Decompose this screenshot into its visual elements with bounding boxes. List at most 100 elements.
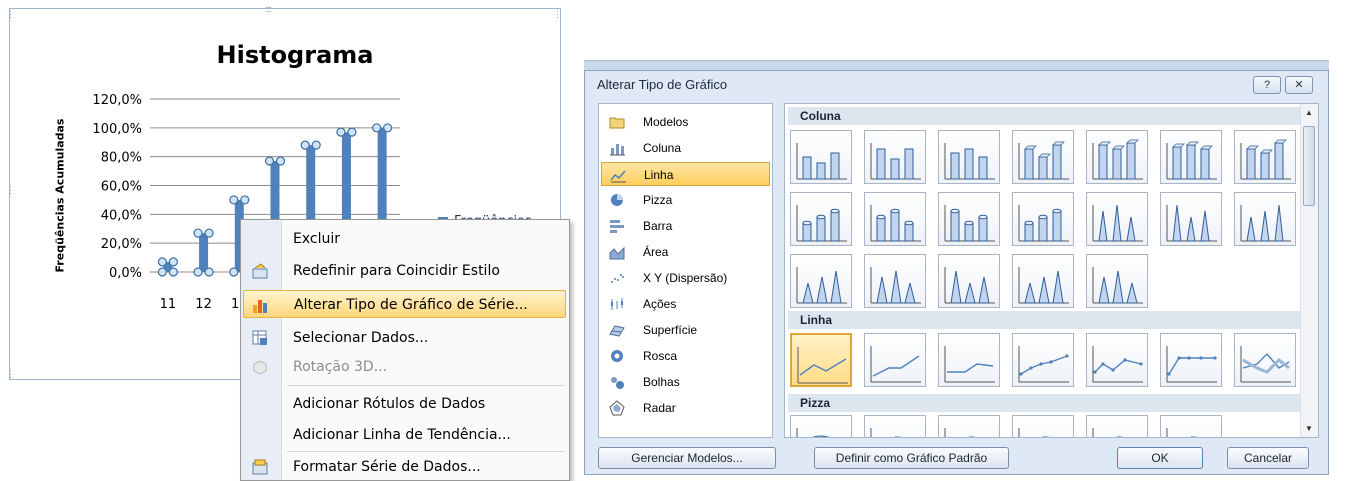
bar-selection-handle[interactable] bbox=[204, 228, 214, 238]
pie-subtype-thumbnail[interactable] bbox=[1160, 415, 1222, 437]
chart-type-item[interactable]: Rosca bbox=[601, 344, 770, 368]
cylinder-subtype-thumbnail[interactable] bbox=[1012, 192, 1074, 246]
bar-selection-handle[interactable] bbox=[311, 140, 321, 150]
line-subtype-thumbnail[interactable] bbox=[790, 333, 852, 387]
menu-item-excluir[interactable]: Excluir bbox=[243, 225, 566, 253]
bar-selection-handle[interactable] bbox=[193, 267, 203, 277]
column2d-thumbnail-icon bbox=[1018, 141, 1069, 180]
line-subtype-thumbnail[interactable] bbox=[1160, 333, 1222, 387]
cone-subtype-thumbnail[interactable] bbox=[1012, 254, 1074, 308]
menu-item-label: Alterar Tipo de Gráfico de Série... bbox=[294, 297, 528, 313]
line-subtype-thumbnail[interactable] bbox=[1086, 333, 1148, 387]
manage-templates-button[interactable]: Gerenciar Modelos... bbox=[598, 447, 776, 469]
menu-item-rotacao-3d[interactable]: Rotação 3D... bbox=[243, 353, 566, 381]
pie-subtype-thumbnail[interactable] bbox=[790, 415, 852, 437]
chart-type-label: Barra bbox=[643, 219, 673, 233]
pie-subtype-thumbnail[interactable] bbox=[1012, 415, 1074, 437]
cone-subtype-thumbnail[interactable] bbox=[790, 254, 852, 308]
menu-item-label: Selecionar Dados... bbox=[293, 330, 429, 346]
column2d-subtype-thumbnail[interactable] bbox=[790, 130, 852, 184]
bar-selection-handle[interactable] bbox=[229, 195, 239, 205]
bar-selection-handle[interactable] bbox=[157, 257, 167, 267]
chart-type-item[interactable]: Radar bbox=[601, 396, 770, 420]
cancel-button[interactable]: Cancelar bbox=[1227, 447, 1309, 469]
chart-type-item[interactable]: Ações bbox=[601, 292, 770, 316]
bar-selection-handle[interactable] bbox=[229, 267, 239, 277]
gallery-scrollbar[interactable]: ▲ ▼ bbox=[1300, 104, 1318, 437]
pie-thumbnail-icon bbox=[796, 428, 830, 437]
bar-selection-handle[interactable] bbox=[204, 267, 214, 277]
chart-type-item[interactable]: Coluna bbox=[601, 136, 770, 160]
cylinder-subtype-thumbnail[interactable] bbox=[1234, 192, 1296, 246]
line-subtype-thumbnail[interactable] bbox=[938, 333, 1000, 387]
bar-selection-handle[interactable] bbox=[336, 127, 346, 137]
column2d-subtype-thumbnail[interactable] bbox=[938, 130, 1000, 184]
line-subtype-thumbnail[interactable] bbox=[864, 333, 926, 387]
scroll-down-arrow-icon[interactable]: ▼ bbox=[1305, 424, 1313, 433]
bar-selection-handle[interactable] bbox=[168, 267, 178, 277]
bar-selection-handle[interactable] bbox=[193, 228, 203, 238]
cylinder-subtype-thumbnail[interactable] bbox=[790, 192, 852, 246]
bar-selection-handle[interactable] bbox=[240, 195, 250, 205]
column2d-subtype-thumbnail[interactable] bbox=[1012, 130, 1074, 184]
menu-item-adicionar-rotulos[interactable]: Adicionar Rótulos de Dados bbox=[243, 390, 566, 418]
cylinder-subtype-thumbnail[interactable] bbox=[1160, 192, 1222, 246]
cylinder-subtype-thumbnail[interactable] bbox=[864, 192, 926, 246]
bar-selection-handle[interactable] bbox=[372, 123, 382, 133]
column-chart-icon bbox=[610, 144, 625, 156]
menu-item-adicionar-tendencia[interactable]: Adicionar Linha de Tendência... bbox=[243, 421, 566, 449]
reset-style-icon bbox=[252, 263, 268, 279]
chart-type-item[interactable]: Superfície bbox=[601, 318, 770, 342]
column2d-subtype-thumbnail[interactable] bbox=[1160, 130, 1222, 184]
menu-item-selecionar-dados[interactable]: Selecionar Dados... bbox=[243, 324, 566, 352]
cone-thumbnail-icon bbox=[796, 267, 847, 304]
cone-thumbnail-icon bbox=[1018, 267, 1069, 304]
column2d-subtype-thumbnail[interactable] bbox=[864, 130, 926, 184]
bar-selection-handle[interactable] bbox=[157, 267, 167, 277]
cylinder-subtype-thumbnail[interactable] bbox=[1086, 192, 1148, 246]
help-button[interactable]: ? bbox=[1253, 76, 1281, 94]
close-button[interactable]: ✕ bbox=[1285, 76, 1313, 94]
pie-subtype-thumbnail[interactable] bbox=[1086, 415, 1148, 437]
line-thumbnail-icon bbox=[1166, 346, 1217, 383]
cylinder-thumbnail-icon bbox=[796, 205, 847, 242]
bar-selection-handle[interactable] bbox=[168, 257, 178, 267]
chart-type-item[interactable]: Linha bbox=[601, 162, 770, 186]
bar-selection-handle[interactable] bbox=[300, 140, 310, 150]
cylinder-subtype-thumbnail[interactable] bbox=[938, 192, 1000, 246]
cone-subtype-thumbnail[interactable] bbox=[864, 254, 926, 308]
bar-selection-handle[interactable] bbox=[264, 156, 275, 166]
chart-type-item[interactable]: Área bbox=[601, 240, 770, 264]
column2d-subtype-thumbnail[interactable] bbox=[1086, 130, 1148, 184]
line-subtype-thumbnail[interactable] bbox=[1234, 333, 1296, 387]
bar-selection-handle[interactable] bbox=[275, 156, 286, 166]
column2d-subtype-thumbnail[interactable] bbox=[1234, 130, 1296, 184]
y-tick-label: 20,0% bbox=[101, 237, 142, 252]
scroll-up-arrow-icon[interactable]: ▲ bbox=[1305, 108, 1313, 117]
menu-item-redefinir-estilo[interactable]: Redefinir para Coincidir Estilo bbox=[243, 257, 566, 285]
pie-thumbnail-icon bbox=[870, 428, 902, 437]
surface-chart-icon bbox=[609, 325, 625, 337]
change-chart-type-dialog: Alterar Tipo de Gráfico ? ✕ Modelos Colun… bbox=[584, 70, 1329, 475]
pie-subtype-thumbnail[interactable] bbox=[938, 415, 1000, 437]
chart-type-item[interactable]: Bolhas bbox=[601, 370, 770, 394]
menu-item-alterar-tipo-grafico[interactable]: Alterar Tipo de Gráfico de Série... bbox=[243, 290, 566, 318]
chart-bar[interactable] bbox=[199, 233, 209, 272]
cone-subtype-thumbnail[interactable] bbox=[938, 254, 1000, 308]
cone-subtype-thumbnail[interactable] bbox=[1086, 254, 1148, 308]
chart-type-item[interactable]: Modelos bbox=[601, 110, 770, 134]
chart-type-item[interactable]: X Y (Dispersão) bbox=[601, 266, 770, 290]
column2d-thumbnail-icon bbox=[870, 143, 921, 180]
bar-selection-handle[interactable] bbox=[383, 123, 393, 133]
bar-selection-handle[interactable] bbox=[347, 127, 357, 137]
pie-subtype-thumbnail[interactable] bbox=[864, 415, 926, 437]
chart-type-item[interactable]: Barra bbox=[601, 214, 770, 238]
line-thumbnail-icon bbox=[870, 346, 921, 383]
menu-item-formatar-serie[interactable]: Formatar Série de Dados... bbox=[243, 453, 566, 481]
line-subtype-thumbnail[interactable] bbox=[1012, 333, 1074, 387]
ok-button[interactable]: OK bbox=[1117, 447, 1203, 469]
y-tick-label: 120,0% bbox=[92, 93, 142, 108]
chart-type-item[interactable]: Pizza bbox=[601, 188, 770, 212]
scroll-thumb[interactable] bbox=[1303, 126, 1315, 206]
set-default-chart-button[interactable]: Definir como Gráfico Padrão bbox=[814, 447, 1009, 469]
